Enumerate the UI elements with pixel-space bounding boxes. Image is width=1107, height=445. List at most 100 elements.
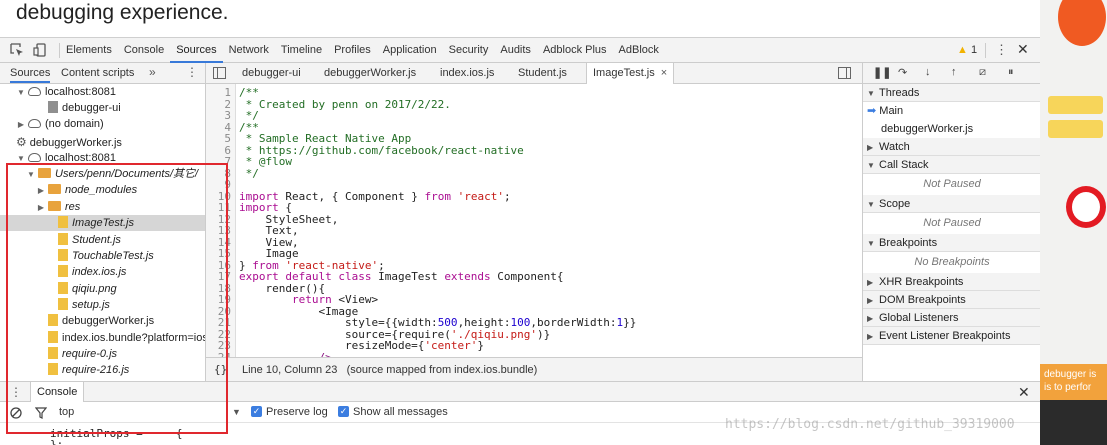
expand-arrow-icon[interactable]: ▶ (16, 117, 26, 132)
line-number[interactable]: 4 (224, 122, 231, 133)
code-line[interactable]: */ (239, 168, 259, 179)
collapse-arrow-icon: ▼ (867, 239, 875, 248)
section-watch[interactable]: ▶ Watch (863, 138, 1040, 156)
line-number[interactable]: 1 (224, 87, 231, 98)
section-global-listeners[interactable]: ▶ Global Listeners (863, 309, 1040, 327)
panel-tab-network[interactable]: Network (223, 38, 275, 63)
code-line[interactable]: StyleSheet, (239, 214, 338, 225)
panel-tab-elements[interactable]: Elements (60, 38, 118, 63)
toggle-debugger-icon[interactable] (838, 67, 851, 79)
more-tabs-icon[interactable]: » (149, 65, 156, 79)
navigator-tab-sources[interactable]: Sources (10, 67, 51, 83)
code-line[interactable]: */ (239, 110, 259, 121)
warning-counter[interactable]: ▲ 1 (957, 44, 977, 56)
section-xhr-breakpoints[interactable]: ▶ XHR Breakpoints (863, 273, 1040, 291)
code-line[interactable]: * https://github.com/facebook/react-nati… (239, 145, 524, 156)
line-number[interactable]: 6 (224, 145, 231, 156)
code-line[interactable]: import { (239, 202, 292, 213)
code-line[interactable]: * @flow (239, 156, 292, 167)
editor-tab-imagetest-js[interactable]: ImageTest.js × (586, 63, 675, 84)
debugger-toolbar: ❚❚ ↷ ↓ ↑ ⧄ ⏸ (863, 63, 1040, 84)
code-line[interactable]: /** (239, 122, 259, 133)
panel-tab-timeline[interactable]: Timeline (275, 38, 328, 63)
code-line[interactable]: style={{width:500,height:100,borderWidth… (239, 317, 636, 328)
code-line[interactable]: /** (239, 87, 259, 98)
panel-tab-profiles[interactable]: Profiles (328, 38, 377, 63)
close-devtools-icon[interactable]: ✕ (1017, 41, 1029, 58)
step-over-icon[interactable]: ↷ (898, 66, 907, 79)
navigator-menu-icon[interactable]: ⋮ (186, 65, 198, 79)
close-tab-icon[interactable]: × (661, 67, 667, 79)
console-line[interactable]: }; (50, 438, 63, 445)
panel-tab-adblock[interactable]: AdBlock (613, 38, 665, 63)
section-call-stack[interactable]: ▼ Call Stack (863, 156, 1040, 174)
show-all-messages-label: Show all messages (353, 406, 448, 418)
watermark: https://blog.csdn.net/github_39319000 (725, 417, 1015, 432)
step-out-icon[interactable]: ↑ (951, 66, 957, 78)
editor-tab-index-ios-js[interactable]: index.ios.js (434, 63, 500, 84)
line-number[interactable]: 2 (224, 99, 231, 110)
code-line[interactable]: View, (239, 237, 298, 248)
highlight-annotation (6, 163, 228, 434)
editor-tab-student-js[interactable]: Student.js (512, 63, 573, 84)
editor-tab-debugger-ui[interactable]: debugger-ui (236, 63, 307, 84)
code-line[interactable]: * Sample React Native App (239, 133, 412, 144)
thread-item[interactable]: ➡ Main (863, 102, 1040, 120)
section-threads[interactable]: ▼ Threads (863, 84, 1040, 102)
pause-icon[interactable]: ❚❚ (873, 66, 891, 79)
line-number[interactable]: 3 (224, 110, 231, 121)
code-editor[interactable]: /** * Created by penn on 2017/2/22. *//*… (239, 84, 859, 357)
code-line[interactable]: * Created by penn on 2017/2/22. (239, 99, 451, 110)
code-line[interactable]: <Image (239, 306, 358, 317)
show-all-messages-checkbox[interactable]: ✓ Show all messages (338, 405, 448, 418)
code-line[interactable]: source={require('./qiqiu.png')} (239, 329, 550, 340)
line-number[interactable]: 5 (224, 133, 231, 144)
checkbox-checked-icon: ✓ (251, 405, 262, 417)
code-line[interactable]: export default class ImageTest extends C… (239, 271, 564, 282)
editor-tab-debuggerworker-js[interactable]: debuggerWorker.js (318, 63, 422, 84)
tree-item[interactable]: debugger-ui (0, 100, 205, 116)
pause-on-exceptions-icon[interactable]: ⏸ (1008, 66, 1014, 79)
collapse-arrow-icon[interactable]: ▼ (16, 85, 26, 100)
panel-tab-sources[interactable]: Sources (170, 38, 223, 63)
section-dom-breakpoints[interactable]: ▶ DOM Breakpoints (863, 291, 1040, 309)
section-title: Global Listeners (879, 312, 959, 324)
more-options-icon[interactable]: ⋮ (995, 42, 1008, 58)
section-scope[interactable]: ▼ Scope (863, 195, 1040, 213)
navigator-tab-content-scripts[interactable]: Content scripts (61, 67, 134, 79)
tree-item[interactable]: ▼ localhost:8081 (0, 84, 205, 100)
collapse-arrow-icon: ▼ (867, 89, 875, 98)
inspect-element-icon[interactable] (10, 43, 24, 57)
section-event-listener-breakpoints[interactable]: ▶ Event Listener Breakpoints (863, 327, 1040, 345)
deactivate-breakpoints-icon[interactable]: ⧄ (979, 66, 986, 79)
tree-item[interactable]: ⚙ debuggerWorker.js (0, 134, 205, 150)
code-line[interactable]: return <View> (239, 294, 378, 305)
panel-tab-adblock-plus[interactable]: Adblock Plus (537, 38, 613, 63)
panel-tab-audits[interactable]: Audits (494, 38, 537, 63)
section-breakpoints[interactable]: ▼ Breakpoints (863, 234, 1040, 252)
device-mode-icon[interactable] (33, 43, 47, 57)
tree-item[interactable]: ▶ (no domain) (0, 116, 205, 132)
warning-count: 1 (970, 44, 978, 56)
section-note: No Breakpoints (914, 256, 990, 268)
context-dropdown-icon[interactable]: ▼ (232, 407, 241, 417)
panel-tab-application[interactable]: Application (377, 38, 443, 63)
toggle-navigator-icon[interactable] (213, 67, 226, 79)
app-tile (1048, 120, 1103, 138)
section-note: Not Paused (923, 178, 981, 190)
thread-item[interactable]: debuggerWorker.js (863, 120, 1040, 138)
panel-tab-security[interactable]: Security (443, 38, 495, 63)
code-line[interactable]: resizeMode={'center'} (239, 340, 484, 351)
page-caption: debugging experience. (16, 1, 229, 24)
step-into-icon[interactable]: ↓ (925, 66, 931, 78)
code-line[interactable]: import React, { Component } from 'react'… (239, 191, 511, 202)
code-line[interactable]: Image (239, 248, 298, 259)
close-drawer-icon[interactable]: ✕ (1018, 384, 1030, 401)
preserve-log-checkbox[interactable]: ✓ Preserve log (251, 405, 328, 418)
code-line[interactable]: Text, (239, 225, 298, 236)
expand-arrow-icon: ▶ (867, 314, 874, 323)
code-line[interactable]: render(){ (239, 283, 325, 294)
panel-tab-console[interactable]: Console (118, 38, 170, 63)
code-line[interactable]: } from 'react-native'; (239, 260, 385, 271)
